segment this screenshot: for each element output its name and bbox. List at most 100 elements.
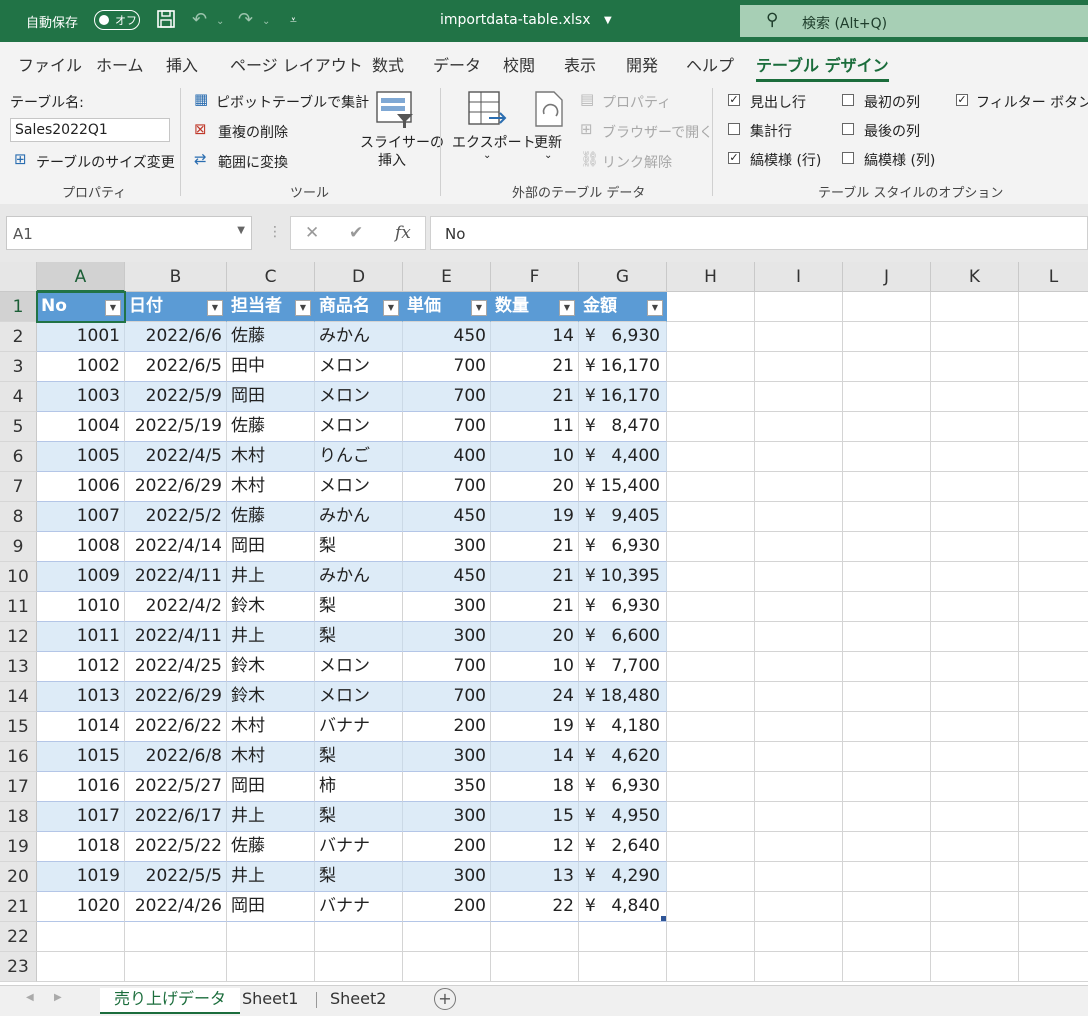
filter-dropdown-icon[interactable]: ▼ — [383, 300, 399, 316]
table-cell[interactable]: 15 — [491, 802, 579, 832]
table-cell[interactable]: バナナ — [315, 892, 403, 922]
table-cell[interactable]: 梨 — [315, 742, 403, 772]
row-header[interactable]: 8 — [0, 502, 37, 532]
tab-table-design[interactable]: テーブル デザイン — [756, 52, 889, 82]
row-header[interactable]: 4 — [0, 382, 37, 412]
row-header[interactable]: 9 — [0, 532, 37, 562]
empty-cell[interactable] — [931, 742, 1019, 772]
empty-cell[interactable] — [843, 532, 931, 562]
table-cell[interactable]: 21 — [491, 562, 579, 592]
table-cell[interactable]: ¥4,950 — [579, 802, 667, 832]
table-cell[interactable]: 梨 — [315, 592, 403, 622]
table-cell[interactable]: ¥4,620 — [579, 742, 667, 772]
empty-cell[interactable] — [1019, 322, 1088, 352]
empty-cell[interactable] — [1019, 352, 1088, 382]
table-cell[interactable]: 2022/6/29 — [125, 682, 227, 712]
table-cell[interactable]: 21 — [491, 532, 579, 562]
table-cell[interactable]: 岡田 — [227, 892, 315, 922]
enter-icon[interactable]: ✔ — [349, 223, 363, 243]
empty-cell[interactable] — [843, 442, 931, 472]
sheet-tab-sheet2[interactable]: Sheet2 — [330, 988, 386, 1012]
empty-cell[interactable] — [667, 292, 755, 322]
table-cell[interactable]: 200 — [403, 712, 491, 742]
column-header-a[interactable]: A — [37, 262, 125, 292]
table-cell[interactable]: 1012 — [37, 652, 125, 682]
refresh-button[interactable]: 更新 ⌄ — [528, 88, 572, 176]
customize-qat-icon[interactable]: ⩡ — [290, 13, 297, 28]
table-cell[interactable]: メロン — [315, 352, 403, 382]
remove-duplicates-button[interactable]: 重複の削除 — [218, 122, 288, 142]
empty-cell[interactable] — [755, 352, 843, 382]
tab-view[interactable]: 表示 — [564, 52, 596, 76]
empty-cell[interactable] — [1019, 502, 1088, 532]
table-cell[interactable]: 佐藤 — [227, 502, 315, 532]
table-cell[interactable]: 2022/6/22 — [125, 712, 227, 742]
table-cell[interactable]: 2022/4/25 — [125, 652, 227, 682]
empty-cell[interactable] — [843, 652, 931, 682]
table-cell[interactable]: 木村 — [227, 712, 315, 742]
table-cell[interactable]: 1001 — [37, 322, 125, 352]
table-cell[interactable]: 2022/6/8 — [125, 742, 227, 772]
empty-cell[interactable] — [1019, 952, 1088, 982]
row-header[interactable]: 15 — [0, 712, 37, 742]
empty-cell[interactable] — [755, 442, 843, 472]
table-cell[interactable]: 梨 — [315, 802, 403, 832]
table-header-cell[interactable]: No ▼ — [37, 292, 125, 322]
table-cell[interactable]: 2022/5/22 — [125, 832, 227, 862]
empty-cell[interactable] — [667, 952, 755, 982]
empty-cell[interactable] — [667, 532, 755, 562]
empty-cell[interactable] — [755, 832, 843, 862]
row-header[interactable]: 1 — [0, 292, 37, 322]
empty-cell[interactable] — [1019, 622, 1088, 652]
empty-cell[interactable] — [667, 832, 755, 862]
add-sheet-icon[interactable]: + — [434, 988, 456, 1010]
tab-help[interactable]: ヘルプ — [686, 52, 734, 76]
more-options-icon[interactable]: ⋮ — [268, 224, 282, 240]
empty-cell[interactable] — [1019, 532, 1088, 562]
tab-home[interactable]: ホーム — [96, 52, 144, 76]
table-cell[interactable]: 2022/4/5 — [125, 442, 227, 472]
table-header-cell[interactable]: 数量 ▼ — [491, 292, 579, 322]
table-cell[interactable]: 梨 — [315, 532, 403, 562]
scroll-sheets-left-icon[interactable]: ◀ — [26, 992, 34, 1003]
empty-cell[interactable] — [755, 862, 843, 892]
table-cell[interactable]: 2022/5/27 — [125, 772, 227, 802]
table-cell[interactable]: 300 — [403, 802, 491, 832]
empty-cell[interactable] — [843, 712, 931, 742]
column-header-l[interactable]: L — [1019, 262, 1088, 292]
table-cell[interactable]: 11 — [491, 412, 579, 442]
empty-cell[interactable] — [227, 952, 315, 982]
table-cell[interactable]: ¥7,700 — [579, 652, 667, 682]
table-cell[interactable]: 20 — [491, 622, 579, 652]
row-header[interactable]: 14 — [0, 682, 37, 712]
table-cell[interactable]: 700 — [403, 382, 491, 412]
filter-button-checkbox[interactable]: ✓ — [956, 94, 968, 106]
table-cell[interactable]: 鈴木 — [227, 682, 315, 712]
table-cell[interactable]: 1007 — [37, 502, 125, 532]
row-header[interactable]: 11 — [0, 592, 37, 622]
table-cell[interactable]: 1019 — [37, 862, 125, 892]
empty-cell[interactable] — [1019, 772, 1088, 802]
resize-table-button[interactable]: テーブルのサイズ変更 — [36, 152, 175, 172]
empty-cell[interactable] — [755, 922, 843, 952]
convert-to-range-button[interactable]: 範囲に変換 — [218, 152, 288, 172]
row-header[interactable]: 21 — [0, 892, 37, 922]
empty-cell[interactable] — [755, 292, 843, 322]
table-cell[interactable]: 1009 — [37, 562, 125, 592]
empty-cell[interactable] — [667, 412, 755, 442]
empty-cell[interactable] — [1019, 832, 1088, 862]
table-header-cell[interactable]: 単価 ▼ — [403, 292, 491, 322]
tab-review[interactable]: 校閲 — [503, 52, 535, 76]
table-cell[interactable]: 300 — [403, 742, 491, 772]
empty-cell[interactable] — [1019, 742, 1088, 772]
table-cell[interactable]: 1017 — [37, 802, 125, 832]
tab-file[interactable]: ファイル — [18, 52, 82, 76]
row-header[interactable]: 6 — [0, 442, 37, 472]
table-cell[interactable]: 12 — [491, 832, 579, 862]
table-cell[interactable]: 1015 — [37, 742, 125, 772]
empty-cell[interactable] — [931, 352, 1019, 382]
table-cell[interactable]: ¥8,470 — [579, 412, 667, 442]
insert-function-icon[interactable]: fx — [395, 223, 411, 243]
empty-cell[interactable] — [843, 772, 931, 802]
empty-cell[interactable] — [315, 922, 403, 952]
